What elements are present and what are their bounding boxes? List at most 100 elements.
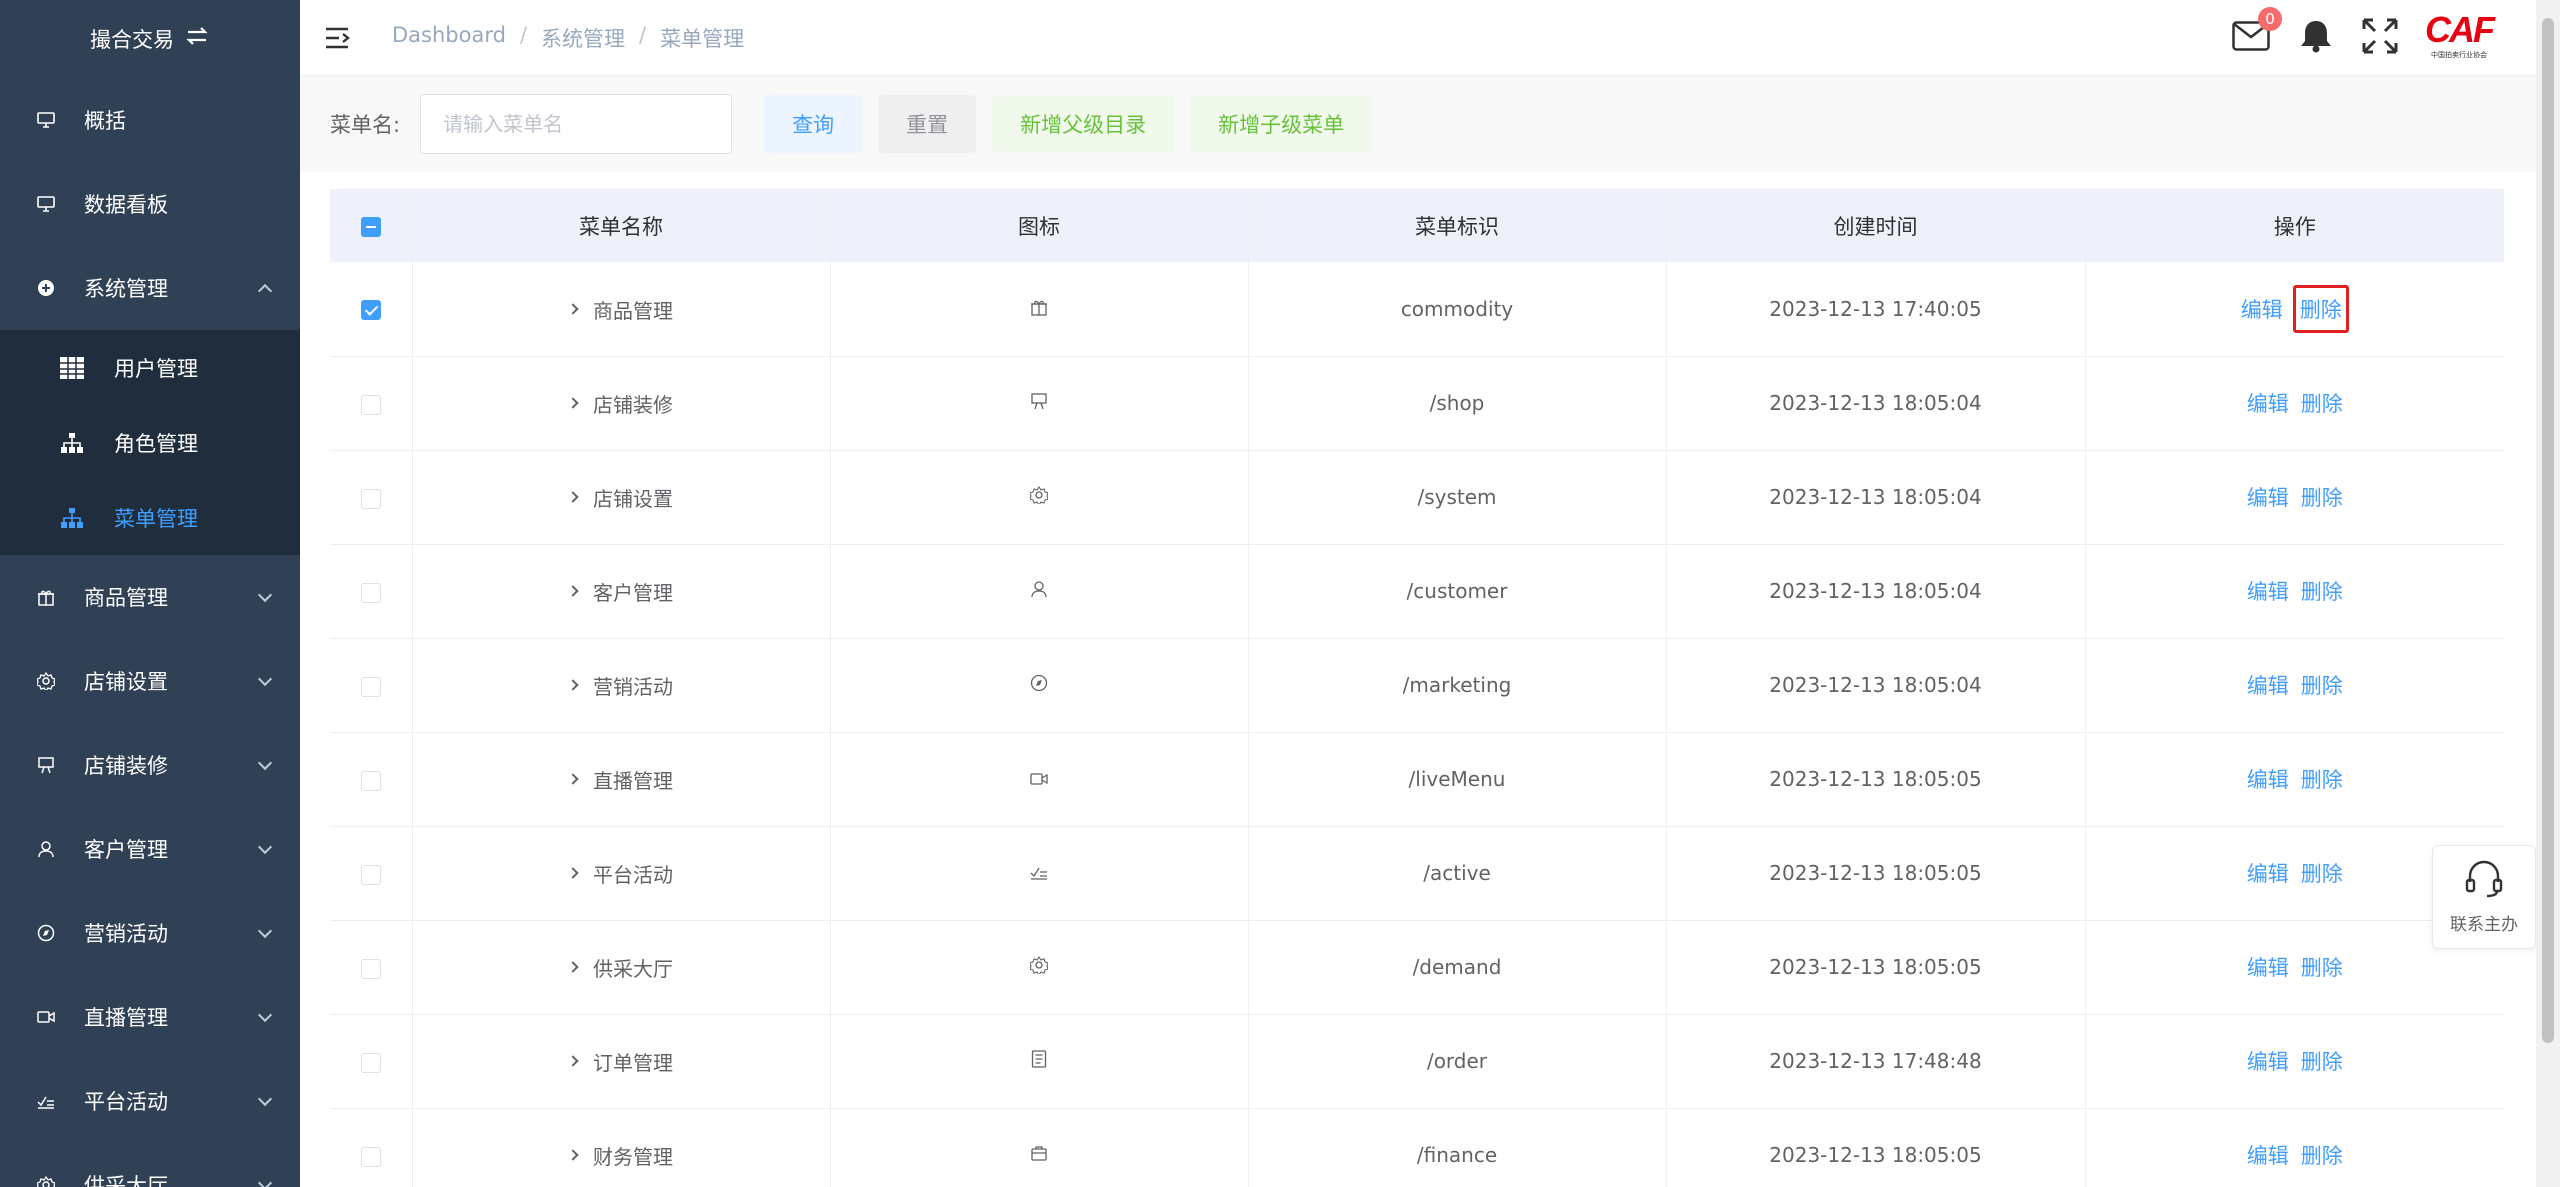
- row-checkbox[interactable]: [360, 1146, 381, 1167]
- edit-button[interactable]: 编辑: [2247, 668, 2289, 702]
- expand-arrow-icon[interactable]: [567, 585, 579, 597]
- notification-button[interactable]: [2300, 19, 2332, 57]
- submenu-system: 用户管理 角色管理 菜单管理: [0, 330, 300, 555]
- delete-button[interactable]: 删除: [2292, 284, 2349, 333]
- gift-icon: [36, 587, 56, 607]
- table-row[interactable]: 店铺装修/shop 2023-12-13 18:05:04 编辑 删除: [330, 356, 2504, 451]
- row-checkbox[interactable]: [360, 864, 381, 885]
- sidebar-item-shop-settings[interactable]: 店铺设置: [0, 639, 300, 723]
- query-button[interactable]: 查询: [764, 95, 863, 153]
- sidebar-item-platform-activity[interactable]: 平台活动: [0, 1059, 300, 1143]
- sidebar-item-label: 菜单管理: [114, 506, 198, 531]
- sidebar-item-roles[interactable]: 角色管理: [0, 405, 300, 480]
- delete-button[interactable]: 删除: [2301, 668, 2343, 702]
- contact-organizer-button[interactable]: 联系主办: [2432, 845, 2536, 949]
- sidebar-item-system[interactable]: 系统管理: [0, 246, 300, 330]
- edit-button[interactable]: 编辑: [2241, 292, 2283, 326]
- delete-button[interactable]: 删除: [2301, 856, 2343, 890]
- fullscreen-button[interactable]: [2362, 18, 2398, 58]
- edit-button[interactable]: 编辑: [2247, 1044, 2289, 1078]
- table-row[interactable]: 供采大厅/demand 2023-12-13 18:05:05 编辑 删除: [330, 920, 2504, 1015]
- sidebar-item-users[interactable]: 用户管理: [0, 330, 300, 405]
- breadcrumb-separator: /: [639, 22, 647, 47]
- table-row[interactable]: 直播管理/liveMenu 2023-12-13 18:05:05 编辑 删除: [330, 732, 2504, 827]
- sidebar-item-goods[interactable]: 商品管理: [0, 555, 300, 639]
- delete-button[interactable]: 删除: [2301, 386, 2343, 420]
- edit-button[interactable]: 编辑: [2247, 856, 2289, 890]
- sidebar-brand[interactable]: 撮合交易: [0, 0, 300, 78]
- expand-arrow-icon[interactable]: [567, 773, 579, 785]
- row-checkbox[interactable]: [360, 676, 381, 697]
- sidebar-item-live[interactable]: 直播管理: [0, 975, 300, 1059]
- menu-name-text: 财务管理: [593, 1144, 673, 1169]
- row-checkbox[interactable]: [360, 394, 381, 415]
- row-checkbox[interactable]: [360, 488, 381, 509]
- breadcrumb-item-dashboard[interactable]: Dashboard: [392, 23, 506, 53]
- menu-name-cell: 店铺设置: [412, 450, 831, 545]
- delete-button[interactable]: 删除: [2301, 480, 2343, 514]
- delete-button[interactable]: 删除: [2301, 1044, 2343, 1078]
- edit-button[interactable]: 编辑: [2247, 480, 2289, 514]
- row-checkbox[interactable]: [360, 300, 381, 321]
- breadcrumb-item-system[interactable]: 系统管理: [541, 23, 625, 53]
- expand-arrow-icon[interactable]: [567, 397, 579, 409]
- expand-arrow-icon[interactable]: [567, 1055, 579, 1067]
- sidebar-item-menus[interactable]: 菜单管理: [0, 480, 300, 555]
- mail-badge: 0: [2258, 7, 2282, 31]
- reset-button[interactable]: 重置: [878, 95, 977, 153]
- icon-cell: [830, 544, 1249, 639]
- table-row[interactable]: 营销活动/marketing 2023-12-13 18:05:04 编辑 删除: [330, 638, 2504, 733]
- add-parent-button[interactable]: 新增父级目录: [992, 95, 1175, 153]
- sidebar-item-overview[interactable]: 概括: [0, 78, 300, 162]
- select-all-checkbox[interactable]: [360, 216, 381, 237]
- icon-cell: [830, 732, 1249, 827]
- created-time-cell: 2023-12-13 18:05:04: [1666, 638, 2086, 733]
- expand-arrow-icon[interactable]: [567, 491, 579, 503]
- row-checkbox[interactable]: [360, 582, 381, 603]
- expand-arrow-icon[interactable]: [567, 679, 579, 691]
- column-header: 菜单标识: [1248, 189, 1667, 262]
- sidebar-item-customers[interactable]: 客户管理: [0, 807, 300, 891]
- menu-name-cell: 营销活动: [412, 638, 831, 733]
- row-checkbox[interactable]: [360, 958, 381, 979]
- menu-name-label: 菜单名:: [330, 113, 401, 137]
- edit-button[interactable]: 编辑: [2247, 1138, 2289, 1172]
- sidebar-item-marketing[interactable]: 营销活动: [0, 891, 300, 975]
- table-row[interactable]: 店铺设置/system 2023-12-13 18:05:04 编辑 删除: [330, 450, 2504, 545]
- edit-button[interactable]: 编辑: [2247, 762, 2289, 796]
- created-time-cell: 2023-12-13 18:05:04: [1666, 544, 2086, 639]
- menu-key-cell: /order: [1248, 1014, 1667, 1109]
- sidebar-item-dashboard[interactable]: 数据看板: [0, 162, 300, 246]
- expand-arrow-icon[interactable]: [567, 303, 579, 315]
- edit-button[interactable]: 编辑: [2247, 574, 2289, 608]
- delete-button[interactable]: 删除: [2301, 574, 2343, 608]
- hamburger-icon[interactable]: [326, 27, 352, 49]
- delete-button[interactable]: 删除: [2301, 950, 2343, 984]
- sidebar-item-shop-decoration[interactable]: 店铺装修: [0, 723, 300, 807]
- table-row[interactable]: 平台活动/active 2023-12-13 18:05:05 编辑 删除: [330, 826, 2504, 921]
- table-row[interactable]: 订单管理/order 2023-12-13 17:48:48 编辑 删除: [330, 1014, 2504, 1109]
- row-checkbox[interactable]: [360, 770, 381, 791]
- app-root: 撮合交易 概括 数据看板 系统管理 用户管理 角色管理 菜单管理 商品管理 店铺…: [0, 0, 2560, 1187]
- scrollbar-thumb[interactable]: [2542, 18, 2554, 1043]
- created-time-cell: 2023-12-13 18:05:05: [1666, 920, 2086, 1015]
- add-child-button[interactable]: 新增子级菜单: [1190, 95, 1373, 153]
- page-scrollbar[interactable]: [2536, 0, 2560, 1187]
- menu-name-input[interactable]: [420, 94, 733, 154]
- edit-button[interactable]: 编辑: [2247, 386, 2289, 420]
- mail-button[interactable]: 0: [2232, 7, 2282, 55]
- select-all-cell: [330, 189, 413, 262]
- expand-arrow-icon[interactable]: [567, 961, 579, 973]
- table-row[interactable]: 商品管理 commodity 2023-12-13 17:40:05 编辑 删除: [330, 262, 2504, 357]
- row-checkbox[interactable]: [360, 1052, 381, 1073]
- expand-arrow-icon[interactable]: [567, 1149, 579, 1161]
- edit-button[interactable]: 编辑: [2247, 950, 2289, 984]
- swap-icon[interactable]: [184, 25, 210, 53]
- expand-arrow-icon[interactable]: [567, 867, 579, 879]
- delete-button[interactable]: 删除: [2301, 1138, 2343, 1172]
- menu-key-cell: /customer: [1248, 544, 1667, 639]
- table-row[interactable]: 财务管理/finance 2023-12-13 18:05:05 编辑 删除: [330, 1108, 2504, 1187]
- delete-button[interactable]: 删除: [2301, 762, 2343, 796]
- sidebar-item-procurement[interactable]: 供采大厅: [0, 1143, 300, 1187]
- table-row[interactable]: 客户管理/customer 2023-12-13 18:05:04 编辑 删除: [330, 544, 2504, 639]
